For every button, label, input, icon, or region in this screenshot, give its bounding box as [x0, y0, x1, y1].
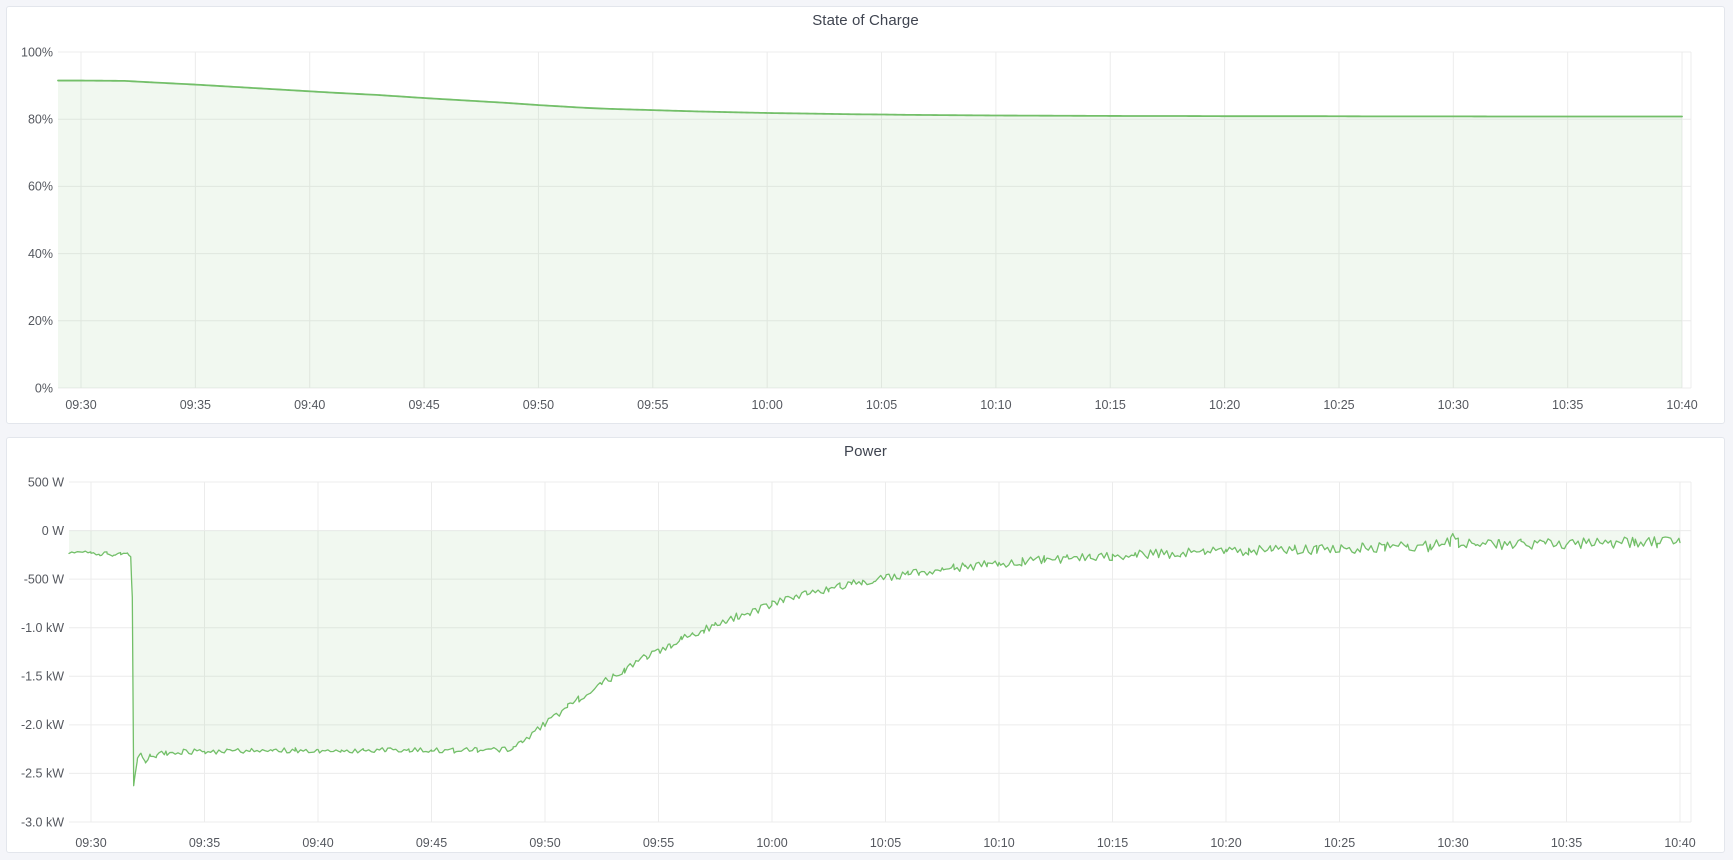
y-axis-tick-label: 40% [28, 247, 53, 261]
x-axis-tick-label: 09:40 [294, 398, 325, 412]
y-axis-tick-label: 60% [28, 180, 53, 194]
x-axis-tick-label: 10:25 [1324, 836, 1355, 850]
y-axis-tick-label: 20% [28, 314, 53, 328]
series-area [58, 81, 1682, 388]
x-axis-tick-label: 09:40 [302, 836, 333, 850]
x-axis-tick-label: 10:15 [1097, 836, 1128, 850]
x-axis-tick-label: 09:50 [529, 836, 560, 850]
panel-state-of-charge: State of Charge 100%80%60%40%20%0%09:300… [6, 6, 1725, 424]
x-axis-tick-label: 09:35 [180, 398, 211, 412]
x-axis-tick-label: 10:20 [1209, 398, 1240, 412]
y-axis-tick-label: -2.0 kW [21, 718, 64, 732]
y-axis-tick-label: 0% [35, 381, 53, 395]
x-axis-tick-label: 10:05 [866, 398, 897, 412]
series-area [69, 531, 1680, 786]
x-axis-tick-label: 10:15 [1095, 398, 1126, 412]
x-axis-tick-label: 10:10 [980, 398, 1011, 412]
y-axis-tick-label: -3.0 kW [21, 815, 64, 829]
x-axis-tick-label: 10:35 [1551, 836, 1582, 850]
x-axis-tick-label: 10:00 [756, 836, 787, 850]
x-axis-tick-label: 09:45 [408, 398, 439, 412]
y-axis-tick-label: -1.0 kW [21, 621, 64, 635]
x-axis-tick-label: 09:55 [643, 836, 674, 850]
x-axis-tick-label: 10:30 [1438, 398, 1469, 412]
x-axis-tick-label: 10:05 [870, 836, 901, 850]
x-axis-tick-label: 10:20 [1210, 836, 1241, 850]
y-axis-tick-label: 500 W [28, 475, 64, 489]
x-axis-tick-label: 10:40 [1664, 836, 1695, 850]
x-axis-tick-label: 10:00 [752, 398, 783, 412]
y-axis-tick-label: -2.5 kW [21, 767, 64, 781]
x-axis-tick-label: 09:30 [65, 398, 96, 412]
x-axis-tick-label: 09:50 [523, 398, 554, 412]
x-axis-tick-label: 10:30 [1437, 836, 1468, 850]
panel-power: Power 500 W0 W-500 W-1.0 kW-1.5 kW-2.0 k… [6, 437, 1725, 853]
y-axis-tick-label: 100% [21, 45, 53, 59]
state-of-charge-chart[interactable]: 100% 80% 60% 40% 20% 0% 09:30 09:35 09:40 09:45 09… [7, 7, 1724, 423]
y-axis-tick-label: 80% [28, 113, 53, 127]
power-chart[interactable]: 500 W 0 W -500 W -1.0 kW -1.5 kW -2.0 kW -2.5 … [7, 438, 1724, 852]
x-axis-tick-label: 10:10 [983, 836, 1014, 850]
x-axis-tick-label: 09:30 [75, 836, 106, 850]
y-axis-tick-label: -1.5 kW [21, 670, 64, 684]
x-axis-tick-label: 09:35 [189, 836, 220, 850]
x-axis-tick-label: 09:55 [637, 398, 668, 412]
x-axis-tick-label: 10:40 [1666, 398, 1697, 412]
x-axis-tick-label: 10:25 [1323, 398, 1354, 412]
y-axis-tick-label: -500 W [24, 572, 64, 586]
x-axis-tick-label: 09:45 [416, 836, 447, 850]
y-axis-tick-label: 0 W [42, 524, 64, 538]
x-axis-tick-label: 10:35 [1552, 398, 1583, 412]
